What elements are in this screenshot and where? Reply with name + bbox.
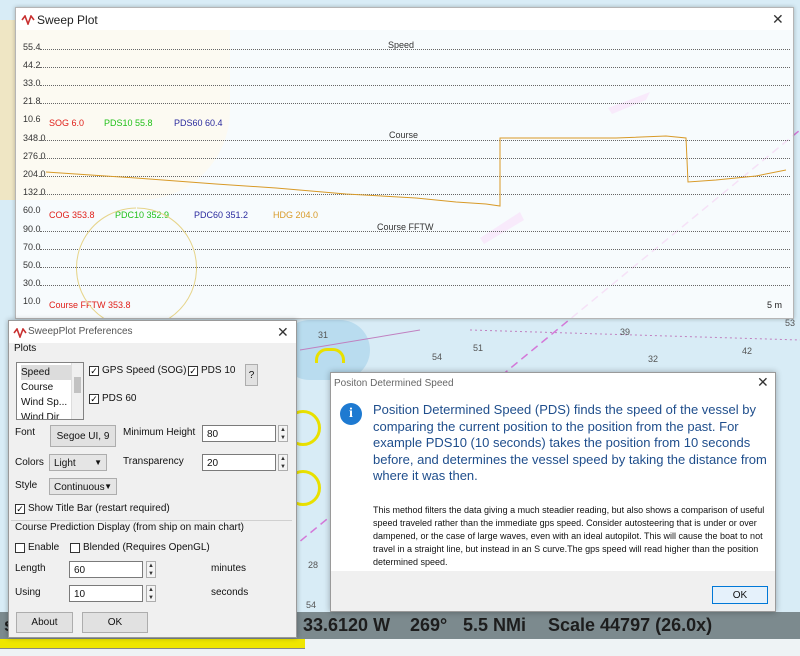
close-icon[interactable]: ✕ [277,324,289,341]
plots-group-label: Plots [14,343,37,354]
show-title-bar-label: Show Title Bar (restart required) [28,503,170,514]
list-scrollbar[interactable] [71,363,83,419]
using-spinner[interactable]: ▲ ▼ [146,585,156,602]
pds60-checkbox[interactable]: ✓ [89,394,99,404]
colors-label: Colors [15,457,44,468]
status-scale: Scale 44797 (26.0x) [548,615,713,635]
pds10-checkbox[interactable]: ✓ [188,366,198,376]
close-icon[interactable]: ✕ [757,374,769,391]
transparency-spinner[interactable]: ▲ ▼ [278,454,288,471]
length-spinner[interactable]: ▲ ▼ [146,561,156,578]
info-button-bar [331,571,775,611]
chevron-down-icon: ▼ [104,482,112,491]
style-dropdown[interactable]: Continuous ▼ [49,478,117,495]
depth-sounding: 42 [742,346,753,356]
depth-sounding: 31 [318,330,329,340]
font-label: Font [15,427,36,438]
pds10-label: PDS 10 [201,365,236,376]
using-label: Using [15,587,41,598]
status-cog: 269° [410,615,448,635]
sweep-plot-window: Sweep Plot ✕ Speed 55.4 44.2 33.0 21.8 1… [15,7,794,319]
status-longitude: 33.6120 W [303,615,391,635]
info-ok-button[interactable]: OK [712,586,768,604]
chevron-down-icon: ▼ [94,458,102,467]
sweep-plot-app-icon [13,328,27,338]
depth-sounding: 28 [308,560,319,570]
piano-bar[interactable] [0,639,305,649]
preferences-titlebar[interactable]: SweepPlot Preferences ✕ [9,321,296,343]
gps-speed-label: GPS Speed (SOG) [102,365,187,376]
plot-list[interactable]: Speed Course Wind Sp... Wind Dir [16,362,84,420]
blended-checkbox[interactable] [70,543,80,553]
preferences-title: SweepPlot Preferences [28,326,133,337]
min-height-label: Minimum Height [123,427,196,438]
enable-label: Enable [28,542,60,553]
min-height-field[interactable]: 80 [202,425,276,442]
blended-label: Blended (Requires OpenGL) [83,542,210,553]
show-title-bar-checkbox[interactable]: ✓ [15,504,25,514]
depth-sounding: 53 [785,318,796,328]
ok-button[interactable]: OK [82,612,148,633]
depth-sounding: 32 [648,354,659,364]
gps-speed-checkbox[interactable]: ✓ [89,366,99,376]
length-label: Length [15,563,46,574]
depth-sounding: 54 [432,352,443,362]
transparency-field[interactable]: 20 [202,454,276,471]
length-field[interactable]: 60 [69,561,143,578]
info-titlebar[interactable]: Positon Determined Speed ✕ [331,373,775,393]
min-height-spinner[interactable]: ▲ ▼ [278,425,288,442]
info-icon: i [340,403,362,425]
info-title: Positon Determined Speed [334,378,454,389]
depth-sounding: 39 [620,327,631,337]
style-label: Style [15,480,38,491]
transparency-label: Transparency [123,456,184,467]
help-button[interactable]: ? [245,364,258,386]
sweep-plot-traces [45,135,787,318]
about-button[interactable]: About [16,612,73,633]
font-button[interactable]: Segoe UI, 9 [50,425,116,447]
colors-dropdown[interactable]: Light ▼ [49,454,107,471]
enable-checkbox[interactable] [15,543,25,553]
course-prediction-label: Course Prediction Display (from ship on … [15,522,244,533]
status-distance: 5.5 NMi [463,615,527,635]
length-units: minutes [211,563,247,574]
depth-sounding: 54 [306,600,317,610]
info-main-text: Position Determined Speed (PDS) finds th… [373,402,767,483]
info-detail-text: This method filters the data giving a mu… [373,505,765,567]
using-units: seconds [211,587,249,598]
using-field[interactable]: 10 [69,585,143,602]
pds60-label: PDS 60 [102,393,137,404]
depth-sounding: 51 [473,343,484,353]
pds-info-dialog: Positon Determined Speed ✕ i Position De… [330,372,776,612]
sweep-plot-preferences-dialog: SweepPlot Preferences ✕ Plots Speed Cour… [8,320,297,638]
